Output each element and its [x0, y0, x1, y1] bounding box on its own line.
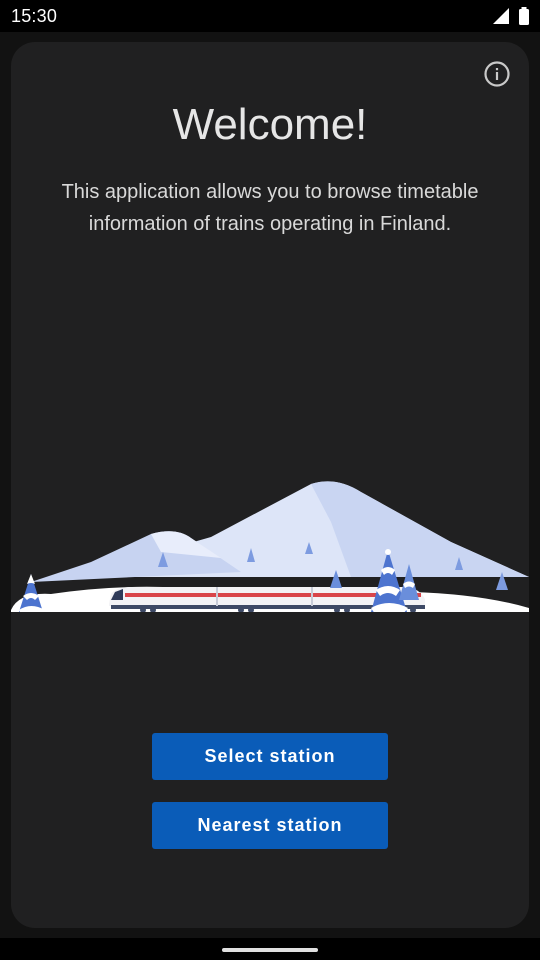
signal-icon — [493, 8, 509, 24]
train-landscape-illustration — [11, 481, 529, 612]
info-icon — [484, 61, 510, 87]
status-time: 15:30 — [11, 6, 58, 26]
info-button[interactable] — [483, 60, 511, 88]
welcome-title: Welcome! — [172, 100, 368, 149]
welcome-description: This application allows you to browse ti… — [61, 181, 479, 235]
navigation-bar — [0, 938, 540, 960]
nearest-station-button[interactable]: Nearest station — [152, 802, 388, 849]
battery-icon — [519, 7, 529, 25]
home-gesture-handle[interactable] — [222, 948, 318, 952]
status-bar: 15:30 — [0, 0, 540, 32]
status-icons — [492, 7, 530, 25]
app-screen: Welcome! This application allows you to … — [0, 32, 540, 938]
select-station-button[interactable]: Select station — [152, 733, 388, 780]
welcome-card: Welcome! This application allows you to … — [11, 42, 529, 928]
